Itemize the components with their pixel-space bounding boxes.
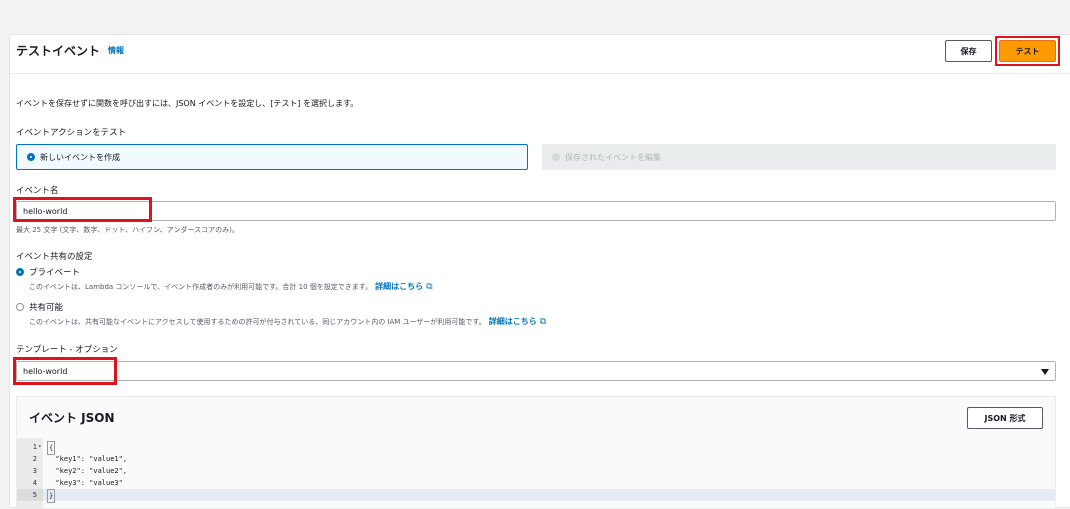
code-line: 2 "key1": "value1",	[17, 453, 1055, 465]
chevron-down-icon[interactable]	[1041, 369, 1049, 375]
test-event-panel: テストイベント 情報 保存 テスト イベントを保存せずに関数を呼び出すには、JS…	[9, 34, 1070, 509]
shareable-description-text: このイベントは、共有可能なイベントにアクセスして使用するための許可が付与されてい…	[29, 317, 486, 326]
save-button[interactable]: 保存	[945, 40, 992, 62]
radio-unselected-icon[interactable]	[16, 303, 24, 311]
radio-selected-icon[interactable]	[16, 268, 24, 276]
template-label: テンプレート - オプション	[16, 345, 118, 355]
json-format-button[interactable]: JSON 形式	[967, 407, 1043, 429]
shareable-option-label: 共有可能	[29, 303, 64, 313]
line-number: 5	[32, 491, 37, 499]
external-link-icon: ⧉	[539, 316, 547, 327]
line-number: 4	[32, 479, 37, 487]
code-text: "key3": "value3"	[47, 479, 123, 487]
code-line: 4 "key3": "value3"	[17, 477, 1055, 489]
event-name-highlight	[13, 197, 152, 222]
fold-arrow-icon[interactable]: ▾	[38, 441, 42, 453]
template-select[interactable]: hello-world	[16, 361, 1056, 381]
description-text: イベントを保存せずに関数を呼び出すには、JSON イベントを設定し、[テスト] …	[16, 99, 359, 108]
event-name-input[interactable]: hello-world	[16, 201, 1056, 221]
edit-saved-event-option: 保存されたイベントを編集	[542, 144, 1056, 170]
code-line-active: 5 }	[17, 489, 1055, 503]
test-button[interactable]: テスト	[999, 40, 1056, 62]
info-link[interactable]: 情報	[108, 45, 124, 56]
page-title: テストイベント	[16, 44, 101, 58]
edit-saved-event-label: 保存されたイベントを編集	[565, 152, 661, 162]
private-learn-more-link[interactable]: 詳細はこちら	[375, 281, 423, 292]
code-line: 1 ▾ {	[17, 441, 1055, 455]
private-option-label: プライベート	[29, 268, 81, 278]
code-text: "key1": "value1",	[47, 455, 128, 463]
shareable-option[interactable]: 共有可能	[16, 301, 63, 313]
event-json-panel: イベント JSON JSON 形式 1 ▾ { 2 "key1": "value…	[16, 396, 1056, 509]
radio-disabled-icon	[552, 153, 560, 161]
private-option-description: このイベントは、Lambda コンソールで、イベント作成者のみが利用可能です。合…	[29, 281, 433, 292]
private-description-text: このイベントは、Lambda コンソールで、イベント作成者のみが利用可能です。合…	[29, 282, 373, 291]
event-action-label: イベントアクションをテスト	[16, 128, 127, 138]
panel-header: テストイベント 情報 保存 テスト	[10, 35, 1070, 74]
code-text: "key2": "value2",	[47, 467, 128, 475]
event-name-hint: 最大 25 文字 (文字、数字、ドット、ハイフン、アンダースコアのみ)。	[16, 226, 239, 234]
event-name-label: イベント名	[16, 186, 59, 196]
line-number: 1	[32, 443, 37, 451]
private-option[interactable]: プライベート	[16, 266, 80, 278]
create-new-event-option[interactable]: 新しいイベントを作成	[16, 144, 528, 170]
code-text: }	[47, 489, 56, 503]
create-new-event-label: 新しいイベントを作成	[40, 152, 120, 162]
event-json-title: イベント JSON	[29, 411, 115, 425]
json-code-editor[interactable]: 1 ▾ { 2 "key1": "value1", 3 "key2": "val…	[17, 438, 1055, 509]
shareable-option-description: このイベントは、共有可能なイベントにアクセスして使用するための許可が付与されてい…	[29, 316, 546, 327]
radio-selected-icon[interactable]	[27, 153, 35, 161]
shareable-learn-more-link[interactable]: 詳細はこちら	[489, 316, 537, 327]
line-number: 3	[32, 467, 37, 475]
code-line: 3 "key2": "value2",	[17, 465, 1055, 477]
sharing-label: イベント共有の設定	[16, 252, 93, 262]
template-highlight	[13, 357, 117, 385]
test-button-highlight: テスト	[995, 36, 1060, 66]
external-link-icon: ⧉	[426, 281, 433, 292]
line-number: 2	[32, 455, 37, 463]
